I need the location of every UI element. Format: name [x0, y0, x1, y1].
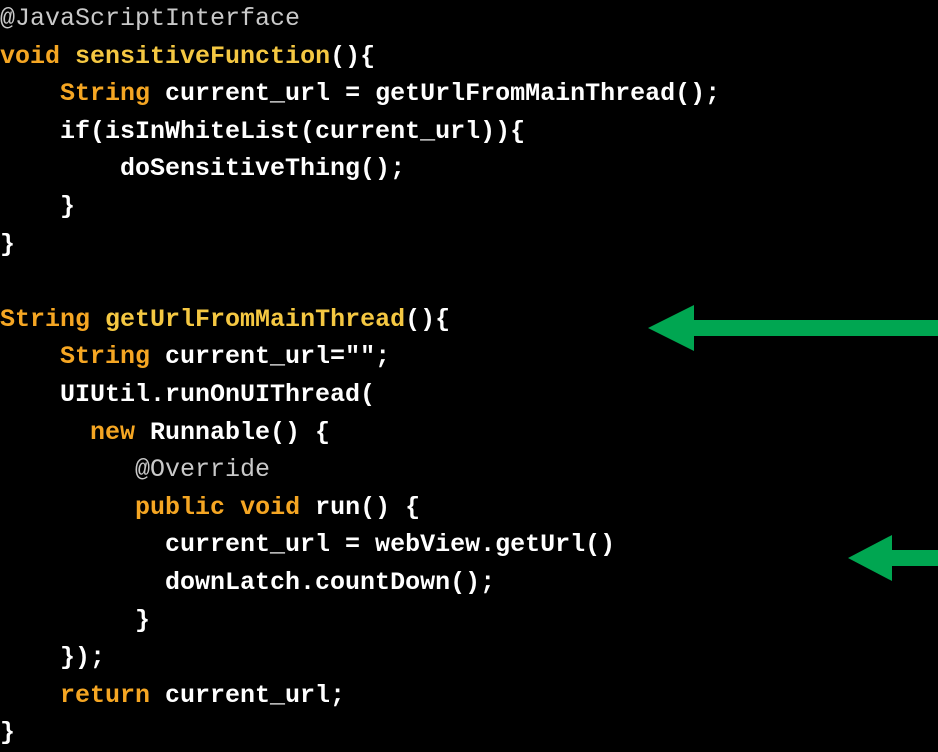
code-line: UIUtil.runOnUIThread( — [0, 376, 720, 414]
code-line: @Override — [0, 451, 720, 489]
code-token: @Override — [135, 455, 271, 485]
code-token: current_url = getUrlFromMainThread(); — [150, 79, 721, 109]
code-token: if(isInWhiteList(current_url)){ — [0, 116, 526, 146]
arrow-left-icon — [648, 305, 938, 351]
code-line: String getUrlFromMainThread(){ — [0, 301, 720, 339]
code-line: } — [0, 188, 720, 226]
arrow-shaft — [890, 550, 938, 566]
code-token: return — [60, 680, 151, 710]
code-line: }); — [0, 639, 720, 677]
code-line: @JavaScriptInterface — [0, 0, 720, 38]
code-line: return current_url; — [0, 677, 720, 715]
code-line: String current_url = getUrlFromMainThrea… — [0, 75, 720, 113]
code-token: (){ — [330, 41, 376, 71]
code-token: downLatch.countDown(); — [0, 567, 496, 597]
code-token: } — [0, 229, 16, 259]
code-block: @JavaScriptInterface void sensitiveFuncti… — [0, 0, 720, 752]
code-token: doSensitiveThing(); — [0, 154, 406, 184]
code-token: current_url=""; — [150, 342, 391, 372]
code-token: current_url; — [150, 680, 346, 710]
code-token: sensitiveFunction — [75, 41, 331, 71]
code-token: getUrlFromMainThread — [105, 304, 406, 334]
code-token: public — [135, 492, 226, 522]
code-line: } — [0, 226, 720, 264]
code-token: }); — [0, 643, 106, 673]
code-line: } — [0, 714, 720, 752]
code-token: current_url = webView.getUrl() — [0, 530, 616, 560]
code-line: void sensitiveFunction(){ — [0, 38, 720, 76]
code-token: String — [60, 79, 151, 109]
code-line: if(isInWhiteList(current_url)){ — [0, 113, 720, 151]
code-line: String current_url=""; — [0, 338, 720, 376]
code-token: UIUtil.runOnUIThread( — [0, 379, 376, 409]
code-token: } — [0, 605, 151, 635]
code-token: new — [90, 417, 136, 447]
arrow-head — [848, 535, 892, 581]
code-line: } — [0, 602, 720, 640]
code-token: (){ — [405, 304, 451, 334]
code-token: } — [0, 191, 76, 221]
code-token: Runnable() { — [135, 417, 331, 447]
code-line: doSensitiveThing(); — [0, 150, 720, 188]
code-token: String — [0, 304, 91, 334]
code-token: } — [0, 718, 16, 748]
arrow-head — [648, 305, 694, 351]
code-token: void — [240, 492, 301, 522]
code-token: String — [60, 342, 151, 372]
arrow-shaft — [692, 320, 938, 336]
code-token: @JavaScriptInterface — [0, 4, 301, 33]
code-line: public void run() { — [0, 489, 720, 527]
code-token: void — [0, 41, 61, 71]
code-line: downLatch.countDown(); — [0, 564, 720, 602]
code-line: new Runnable() { — [0, 414, 720, 452]
code-token: run() { — [300, 492, 421, 522]
arrow-left-icon — [848, 535, 938, 581]
code-line: current_url = webView.getUrl() — [0, 526, 720, 564]
